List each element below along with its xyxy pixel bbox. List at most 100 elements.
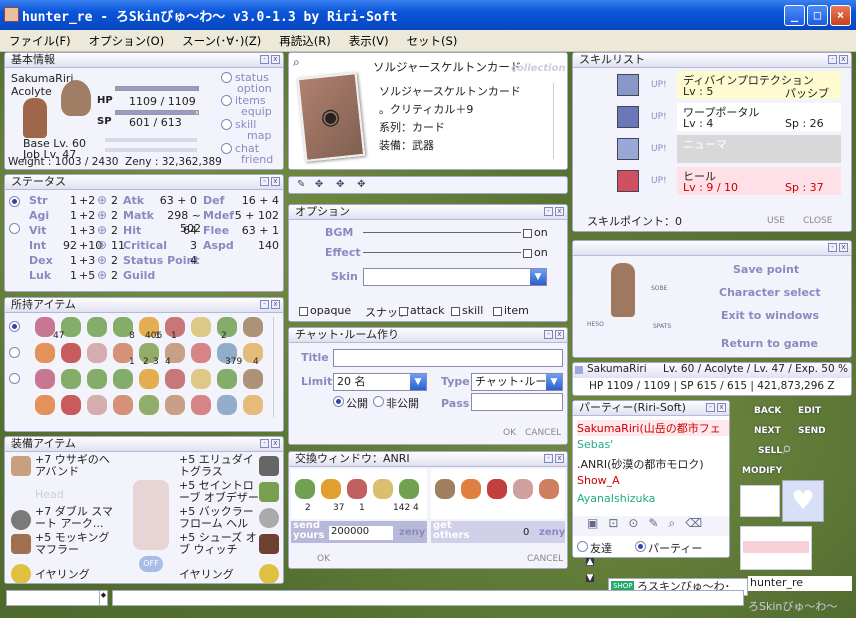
- sell-button[interactable]: SELL: [758, 446, 782, 456]
- minimize-button[interactable]: _: [784, 5, 805, 26]
- minimize-icon[interactable]: -: [706, 403, 715, 412]
- hotkey-icons[interactable]: ✎ ✥ ✥ ✥: [289, 177, 567, 193]
- skill-radio[interactable]: [221, 119, 232, 130]
- bgm-slider[interactable]: [363, 232, 521, 233]
- inventory-item-icon[interactable]: [217, 369, 237, 389]
- trade-ok-button[interactable]: OK: [317, 554, 330, 564]
- status-tab2-radio[interactable]: [9, 223, 20, 234]
- inventory-item-icon[interactable]: [217, 395, 237, 415]
- menu-set[interactable]: セット(S): [398, 33, 467, 49]
- trade-cancel-button[interactable]: CANCEL: [527, 554, 563, 564]
- skill-row[interactable]: ニューマ: [677, 135, 841, 163]
- equip-weapon[interactable]: +7 ダブル スマート アーク...: [35, 506, 121, 530]
- close-icon[interactable]: x: [271, 300, 280, 309]
- inventory-tab-item[interactable]: [9, 321, 20, 332]
- equip-link[interactable]: equip: [241, 105, 272, 118]
- skill-row[interactable]: ディバインプロテクション Lv : 5 パッシブ: [677, 71, 841, 100]
- inventory-item-icon[interactable]: [165, 395, 185, 415]
- panel-header[interactable]: オプション - x: [289, 205, 567, 220]
- inventory-item-icon[interactable]: [87, 317, 107, 337]
- party-member[interactable]: Show_A: [577, 474, 620, 487]
- arrow-up-icon[interactable]: ▲: [586, 558, 594, 567]
- inventory-item-icon[interactable]: [191, 317, 211, 337]
- trade-item-icon[interactable]: [487, 479, 507, 499]
- skill-row[interactable]: ヒール Lv : 9 / 10 Sp : 37: [677, 167, 841, 195]
- chevron-icon[interactable]: ◆: [99, 591, 107, 605]
- inventory-item-icon[interactable]: [243, 369, 263, 389]
- party-member[interactable]: SakumaRiri(山岳の都市フェ: [577, 420, 729, 436]
- friend-link[interactable]: friend: [241, 153, 273, 166]
- minimize-icon[interactable]: -: [260, 300, 269, 309]
- character-select-button[interactable]: Character select: [719, 286, 821, 299]
- equip-shoes[interactable]: +5 シューズ オブ ウィッチ: [179, 532, 263, 556]
- inventory-item-icon[interactable]: [191, 343, 211, 363]
- type-select[interactable]: チャット･ルー ▼: [471, 373, 563, 391]
- items-radio[interactable]: [221, 95, 232, 106]
- minimize-icon[interactable]: -: [260, 177, 269, 186]
- equip-head-low[interactable]: +5 エリュダイトグラス: [179, 454, 263, 478]
- party-member[interactable]: AyanaIshizuka: [577, 492, 655, 505]
- inventory-scrollbar[interactable]: [273, 317, 281, 417]
- return-to-game-button[interactable]: Return to game: [721, 337, 818, 350]
- menu-file[interactable]: ファイル(F): [0, 33, 80, 49]
- inventory-item-icon[interactable]: [191, 395, 211, 415]
- close-icon[interactable]: x: [555, 330, 564, 339]
- chat-radio[interactable]: [221, 143, 232, 154]
- chat-input[interactable]: [112, 590, 744, 606]
- menu-view[interactable]: 表示(V): [340, 33, 398, 49]
- send-button[interactable]: SEND: [798, 426, 826, 436]
- inventory-item-icon[interactable]: [35, 343, 55, 363]
- effect-on[interactable]: on: [523, 246, 548, 259]
- inventory-item-icon[interactable]: [243, 317, 263, 337]
- inventory-item-icon[interactable]: [61, 369, 81, 389]
- inventory-item-icon[interactable]: [61, 343, 81, 363]
- trade-item-icon[interactable]: [347, 479, 367, 499]
- menu-option[interactable]: オプション(O): [80, 33, 174, 49]
- close-icon[interactable]: x: [271, 55, 280, 64]
- equip-head-mid[interactable]: Head: [35, 488, 64, 501]
- inventory-item-icon[interactable]: [113, 369, 133, 389]
- status-tab-radio[interactable]: [9, 196, 20, 207]
- minimize-icon[interactable]: -: [544, 454, 553, 463]
- arrow-down-icon[interactable]: ▼: [586, 574, 594, 583]
- inventory-item-icon[interactable]: [87, 395, 107, 415]
- skill-icon[interactable]: [617, 74, 639, 96]
- inventory-tab-equip[interactable]: [9, 347, 20, 358]
- close-icon[interactable]: x: [271, 177, 280, 186]
- inventory-item-icon[interactable]: [35, 395, 55, 415]
- opaque-check[interactable]: opaque: [299, 304, 351, 317]
- panel-header[interactable]: 基本情報 - x: [5, 53, 283, 68]
- stat-plus-icon[interactable]: ⊕: [97, 223, 107, 237]
- stat-plus-icon[interactable]: ⊕: [97, 253, 107, 267]
- inventory-item-icon[interactable]: [217, 317, 237, 337]
- skill-check[interactable]: skill: [451, 304, 483, 317]
- minimize-icon[interactable]: -: [544, 207, 553, 216]
- edit-button[interactable]: EDIT: [798, 406, 821, 416]
- inventory-item-icon[interactable]: [87, 343, 107, 363]
- menu-soon[interactable]: スーン(･∀･)(Z): [173, 33, 270, 49]
- minimize-icon[interactable]: -: [828, 55, 837, 64]
- skill-close-button[interactable]: CLOSE: [803, 216, 832, 226]
- skill-use-button[interactable]: USE: [767, 216, 785, 226]
- stat-plus-icon[interactable]: ⊕: [97, 208, 107, 222]
- card-scrollbar[interactable]: [553, 83, 561, 159]
- close-icon[interactable]: x: [555, 454, 564, 463]
- modify-button[interactable]: MODIFY: [742, 466, 782, 476]
- equip-accessory-right[interactable]: イヤリング: [179, 566, 234, 582]
- menu-reload[interactable]: 再読込(R): [270, 33, 339, 49]
- trade-item-icon[interactable]: [539, 479, 559, 499]
- trade-item-icon[interactable]: [295, 479, 315, 499]
- limit-select[interactable]: 20 名 ▼: [333, 373, 427, 391]
- party-member[interactable]: .ANRI(砂漠の都市モロク): [577, 456, 704, 472]
- inventory-item-icon[interactable]: [139, 369, 159, 389]
- trade-item-icon[interactable]: [461, 479, 481, 499]
- inventory-item-icon[interactable]: [243, 395, 263, 415]
- trade-item-icon[interactable]: [435, 479, 455, 499]
- stat-plus-icon[interactable]: ⊕: [97, 193, 107, 207]
- status-radio[interactable]: [221, 72, 232, 83]
- public-radio[interactable]: [333, 396, 344, 407]
- party-member[interactable]: Sebas': [577, 438, 613, 451]
- friend-radio[interactable]: [577, 541, 588, 552]
- inventory-tab-etc[interactable]: [9, 373, 20, 384]
- panel-header[interactable]: -x: [573, 241, 851, 256]
